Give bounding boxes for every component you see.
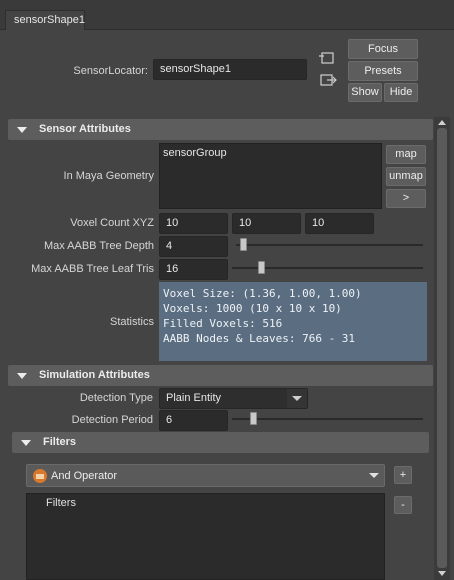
detection-type-value: Plain Entity — [166, 392, 222, 404]
voxel-count-label: Voxel Count XYZ — [70, 217, 154, 229]
detection-period-label: Detection Period — [71, 414, 153, 426]
stats-aabb-nodes: AABB Nodes & Leaves: 766 - 31 — [163, 332, 356, 345]
show-button[interactable]: Show — [348, 83, 382, 102]
unmap-button[interactable]: unmap — [386, 167, 426, 186]
voxel-y-field[interactable]: 10 — [232, 213, 301, 234]
scroll-down-icon[interactable] — [437, 570, 447, 577]
remove-filter-button[interactable]: - — [394, 496, 412, 514]
detection-type-dropdown[interactable]: Plain Entity — [159, 388, 308, 409]
tree-depth-label: Max AABB Tree Depth — [43, 240, 154, 252]
stats-voxels: Voxels: 1000 (10 x 10 x 10) — [163, 302, 342, 315]
detection-period-slider-knob[interactable] — [250, 412, 258, 425]
tree-depth-slider-knob[interactable] — [239, 238, 247, 251]
focus-button[interactable]: Focus — [348, 39, 418, 59]
operator-dropdown[interactable]: And Operator — [26, 464, 385, 487]
chevron-down-icon — [292, 396, 302, 401]
detection-period-field[interactable]: 6 — [159, 410, 228, 431]
select-node-icon[interactable] — [318, 72, 338, 88]
sensor-attributes-header[interactable]: Sensor Attributes — [8, 119, 433, 140]
filters-tree[interactable]: Filters — [26, 493, 385, 580]
geometry-list-item[interactable]: sensorGroup — [163, 147, 227, 159]
load-selected-icon[interactable] — [318, 50, 338, 66]
voxel-x-field[interactable]: 10 — [159, 213, 228, 234]
simulation-attributes-header[interactable]: Simulation Attributes — [8, 365, 433, 386]
leaf-tris-label: Max AABB Tree Leaf Tris — [31, 263, 154, 275]
sensor-locator-field[interactable]: sensorShape1 — [153, 59, 307, 80]
stats-filled-voxels: Filled Voxels: 516 — [163, 317, 283, 330]
sensor-locator-label: SensorLocator: — [73, 65, 148, 77]
filters-tree-item[interactable]: Filters — [46, 497, 76, 509]
leaf-tris-slider-knob[interactable] — [257, 261, 265, 274]
collapse-triangle-icon — [17, 373, 27, 379]
section-title: Filters — [43, 436, 77, 448]
detection-type-label: Detection Type — [79, 392, 153, 404]
tree-depth-field[interactable]: 4 — [159, 236, 228, 257]
add-filter-button[interactable]: + — [394, 466, 412, 484]
section-title: Sensor Attributes — [39, 123, 131, 135]
tree-depth-slider[interactable] — [236, 244, 423, 246]
section-title: Simulation Attributes — [39, 369, 150, 381]
more-button[interactable]: > — [386, 189, 426, 208]
scrollbar-thumb[interactable] — [437, 128, 447, 568]
hide-button[interactable]: Hide — [384, 83, 418, 102]
filters-header[interactable]: Filters — [12, 432, 429, 453]
collapse-triangle-icon — [17, 127, 27, 133]
map-button[interactable]: map — [386, 145, 426, 164]
statistics-panel: Voxel Size: (1.36, 1.00, 1.00) Voxels: 10… — [159, 282, 427, 361]
chevron-down-icon — [369, 473, 379, 478]
operator-value: And Operator — [51, 470, 118, 482]
voxel-z-field[interactable]: 10 — [305, 213, 374, 234]
presets-button[interactable]: Presets — [348, 61, 418, 81]
stats-voxel-size: Voxel Size: (1.36, 1.00, 1.00) — [163, 287, 362, 300]
leaf-tris-field[interactable]: 16 — [159, 259, 228, 280]
statistics-label: Statistics — [109, 316, 154, 328]
maya-geometry-label: In Maya Geometry — [63, 170, 154, 182]
scroll-up-icon[interactable] — [437, 119, 447, 126]
maya-geometry-list[interactable]: sensorGroup — [159, 143, 382, 209]
detection-period-slider[interactable] — [232, 418, 423, 420]
tab-sensorshape[interactable]: sensorShape1 — [5, 10, 85, 30]
operator-icon — [33, 469, 47, 483]
collapse-triangle-icon — [21, 440, 31, 446]
